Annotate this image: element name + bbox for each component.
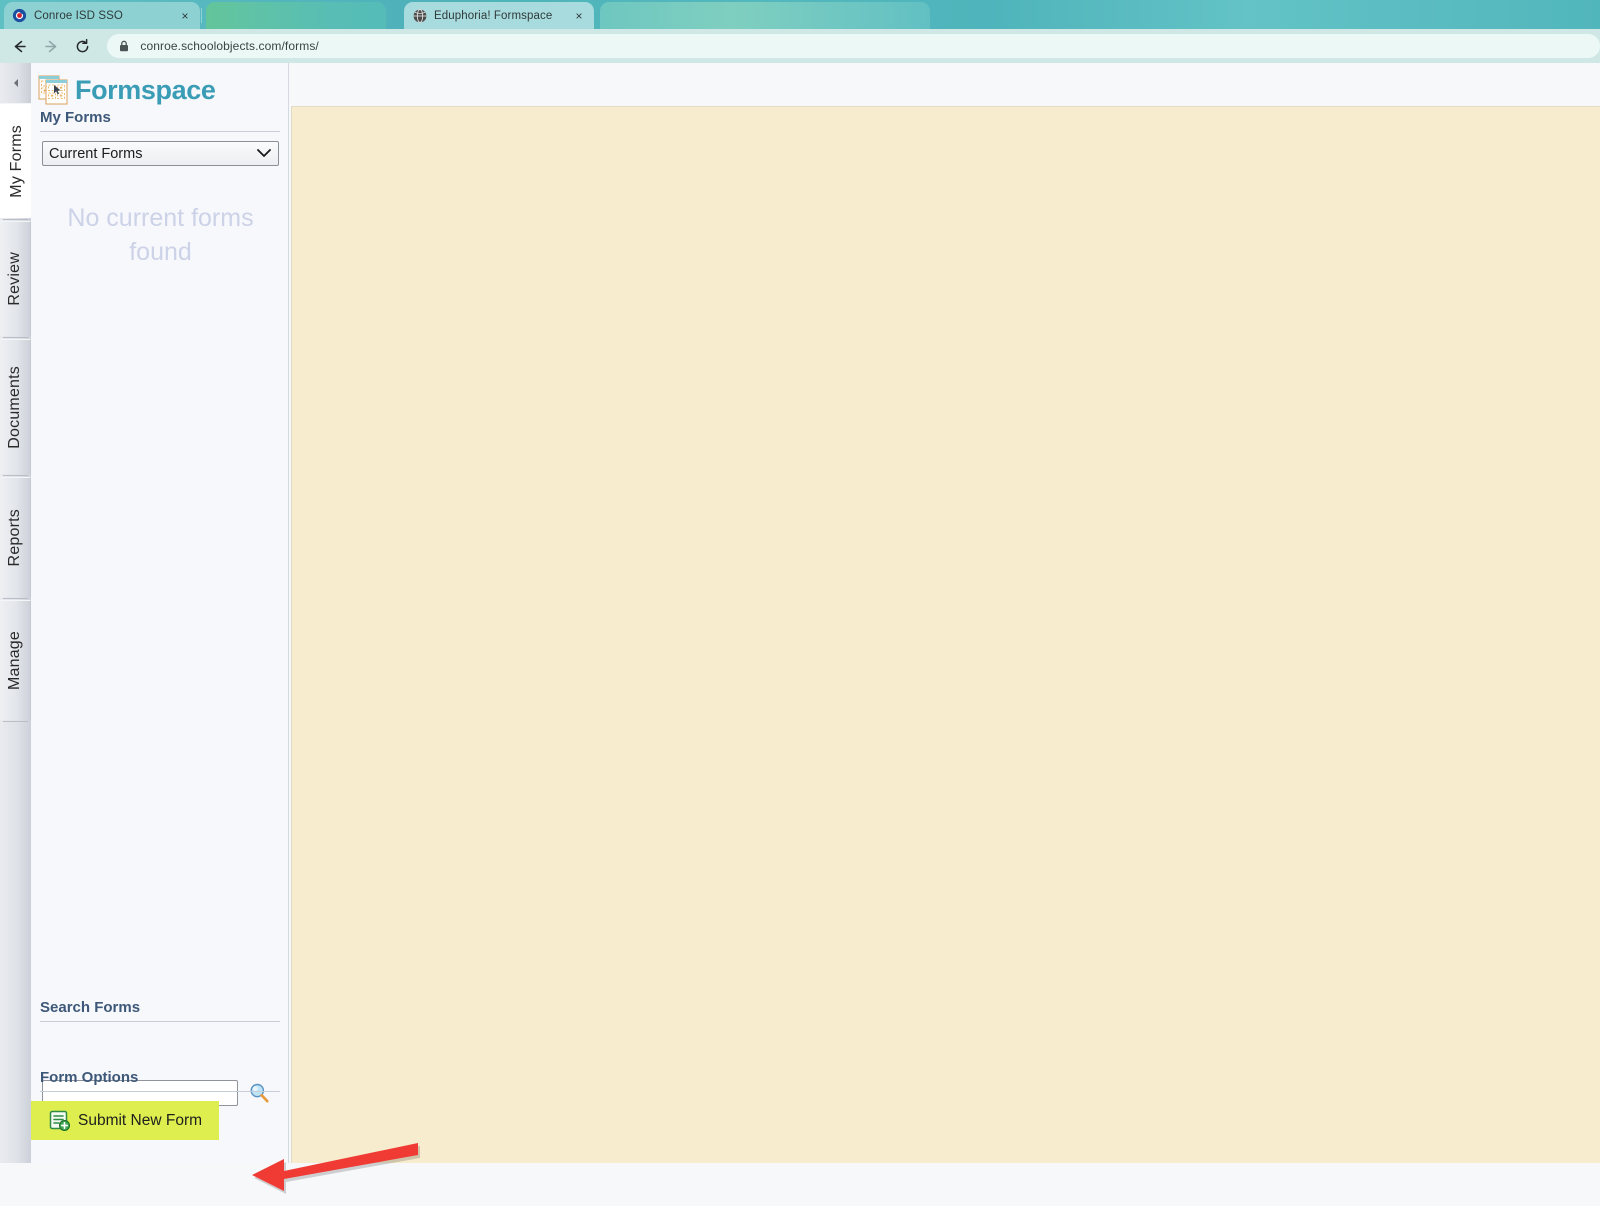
sidebar-item-my-forms[interactable]: My Forms — [0, 103, 33, 218]
section-divider — [40, 131, 280, 132]
left-panel: Formspace My Forms Current Forms No curr… — [31, 63, 289, 1163]
main-content-area — [291, 106, 1600, 1163]
browser-tab-strip: Conroe ISD SSO × Eduphoria! Formspace × — [0, 0, 1600, 29]
sidebar-item-label: My Forms — [7, 124, 25, 198]
empty-state-message: No current forms found — [67, 204, 254, 267]
search-forms-heading: Search Forms — [40, 999, 141, 1016]
tab-divider — [201, 8, 202, 23]
conroe-isd-logo-icon — [12, 8, 27, 23]
rail-divider — [3, 475, 28, 476]
close-icon[interactable]: × — [178, 9, 192, 23]
browser-tab-eduphoria-formspace[interactable]: Eduphoria! Formspace × — [404, 2, 594, 29]
app-brand-name: Formspace — [75, 74, 216, 105]
browser-tab-blank-1[interactable] — [206, 2, 386, 29]
new-form-icon — [49, 1110, 70, 1131]
arrow-left-icon — [14, 40, 26, 52]
my-forms-heading: My Forms — [40, 109, 111, 126]
rail-divider — [3, 219, 28, 220]
sidebar-item-label: Review — [6, 252, 23, 306]
sidebar-item-review[interactable]: Review — [0, 221, 31, 336]
close-icon[interactable]: × — [572, 9, 586, 23]
sidebar-item-label: Manage — [6, 630, 23, 691]
chevron-left-icon — [13, 79, 18, 87]
section-divider — [40, 1021, 280, 1022]
formspace-logo-icon — [38, 74, 72, 106]
page-body: My Forms Review Documents Reports Manage — [0, 63, 1600, 1194]
browser-tab-blank-2[interactable] — [600, 2, 930, 29]
forms-filter-select[interactable]: Current Forms — [42, 141, 279, 166]
submit-new-form-label: Submit New Form — [78, 1111, 203, 1129]
reload-button[interactable] — [70, 32, 97, 60]
address-bar[interactable]: conroe.schoolobjects.com/forms/ — [107, 34, 1600, 58]
rail-divider — [3, 598, 28, 599]
forward-button[interactable] — [38, 32, 65, 60]
browser-toolbar: conroe.schoolobjects.com/forms/ — [0, 29, 1600, 63]
rail-divider — [3, 721, 28, 722]
browser-tab-conroe-isd-sso[interactable]: Conroe ISD SSO × — [4, 2, 200, 29]
forms-filter-value: Current Forms — [49, 145, 143, 162]
vertical-tab-rail: My Forms Review Documents Reports Manage — [0, 63, 33, 1163]
globe-icon — [412, 8, 427, 23]
collapse-panel-button[interactable] — [0, 63, 31, 103]
sidebar-item-label: Reports — [6, 508, 23, 567]
sidebar-item-reports[interactable]: Reports — [0, 477, 31, 597]
chevron-down-icon — [256, 146, 272, 162]
address-bar-url: conroe.schoolobjects.com/forms/ — [140, 39, 319, 53]
submit-new-form-button[interactable]: Submit New Form — [31, 1101, 219, 1140]
sidebar-item-manage[interactable]: Manage — [0, 600, 31, 720]
back-button[interactable] — [6, 32, 33, 60]
sidebar-item-documents[interactable]: Documents — [0, 339, 31, 474]
browser-tab-title: Conroe ISD SSO — [34, 9, 123, 22]
form-options-heading: Form Options — [40, 1069, 139, 1086]
arrow-right-icon — [44, 40, 56, 52]
browser-tab-title: Eduphoria! Formspace — [434, 9, 553, 22]
reload-icon — [77, 38, 89, 52]
lock-icon — [117, 39, 131, 53]
app-brand: Formspace — [38, 69, 216, 111]
rail-divider — [3, 337, 28, 338]
sidebar-item-label: Documents — [6, 365, 23, 449]
section-divider — [40, 1091, 280, 1092]
